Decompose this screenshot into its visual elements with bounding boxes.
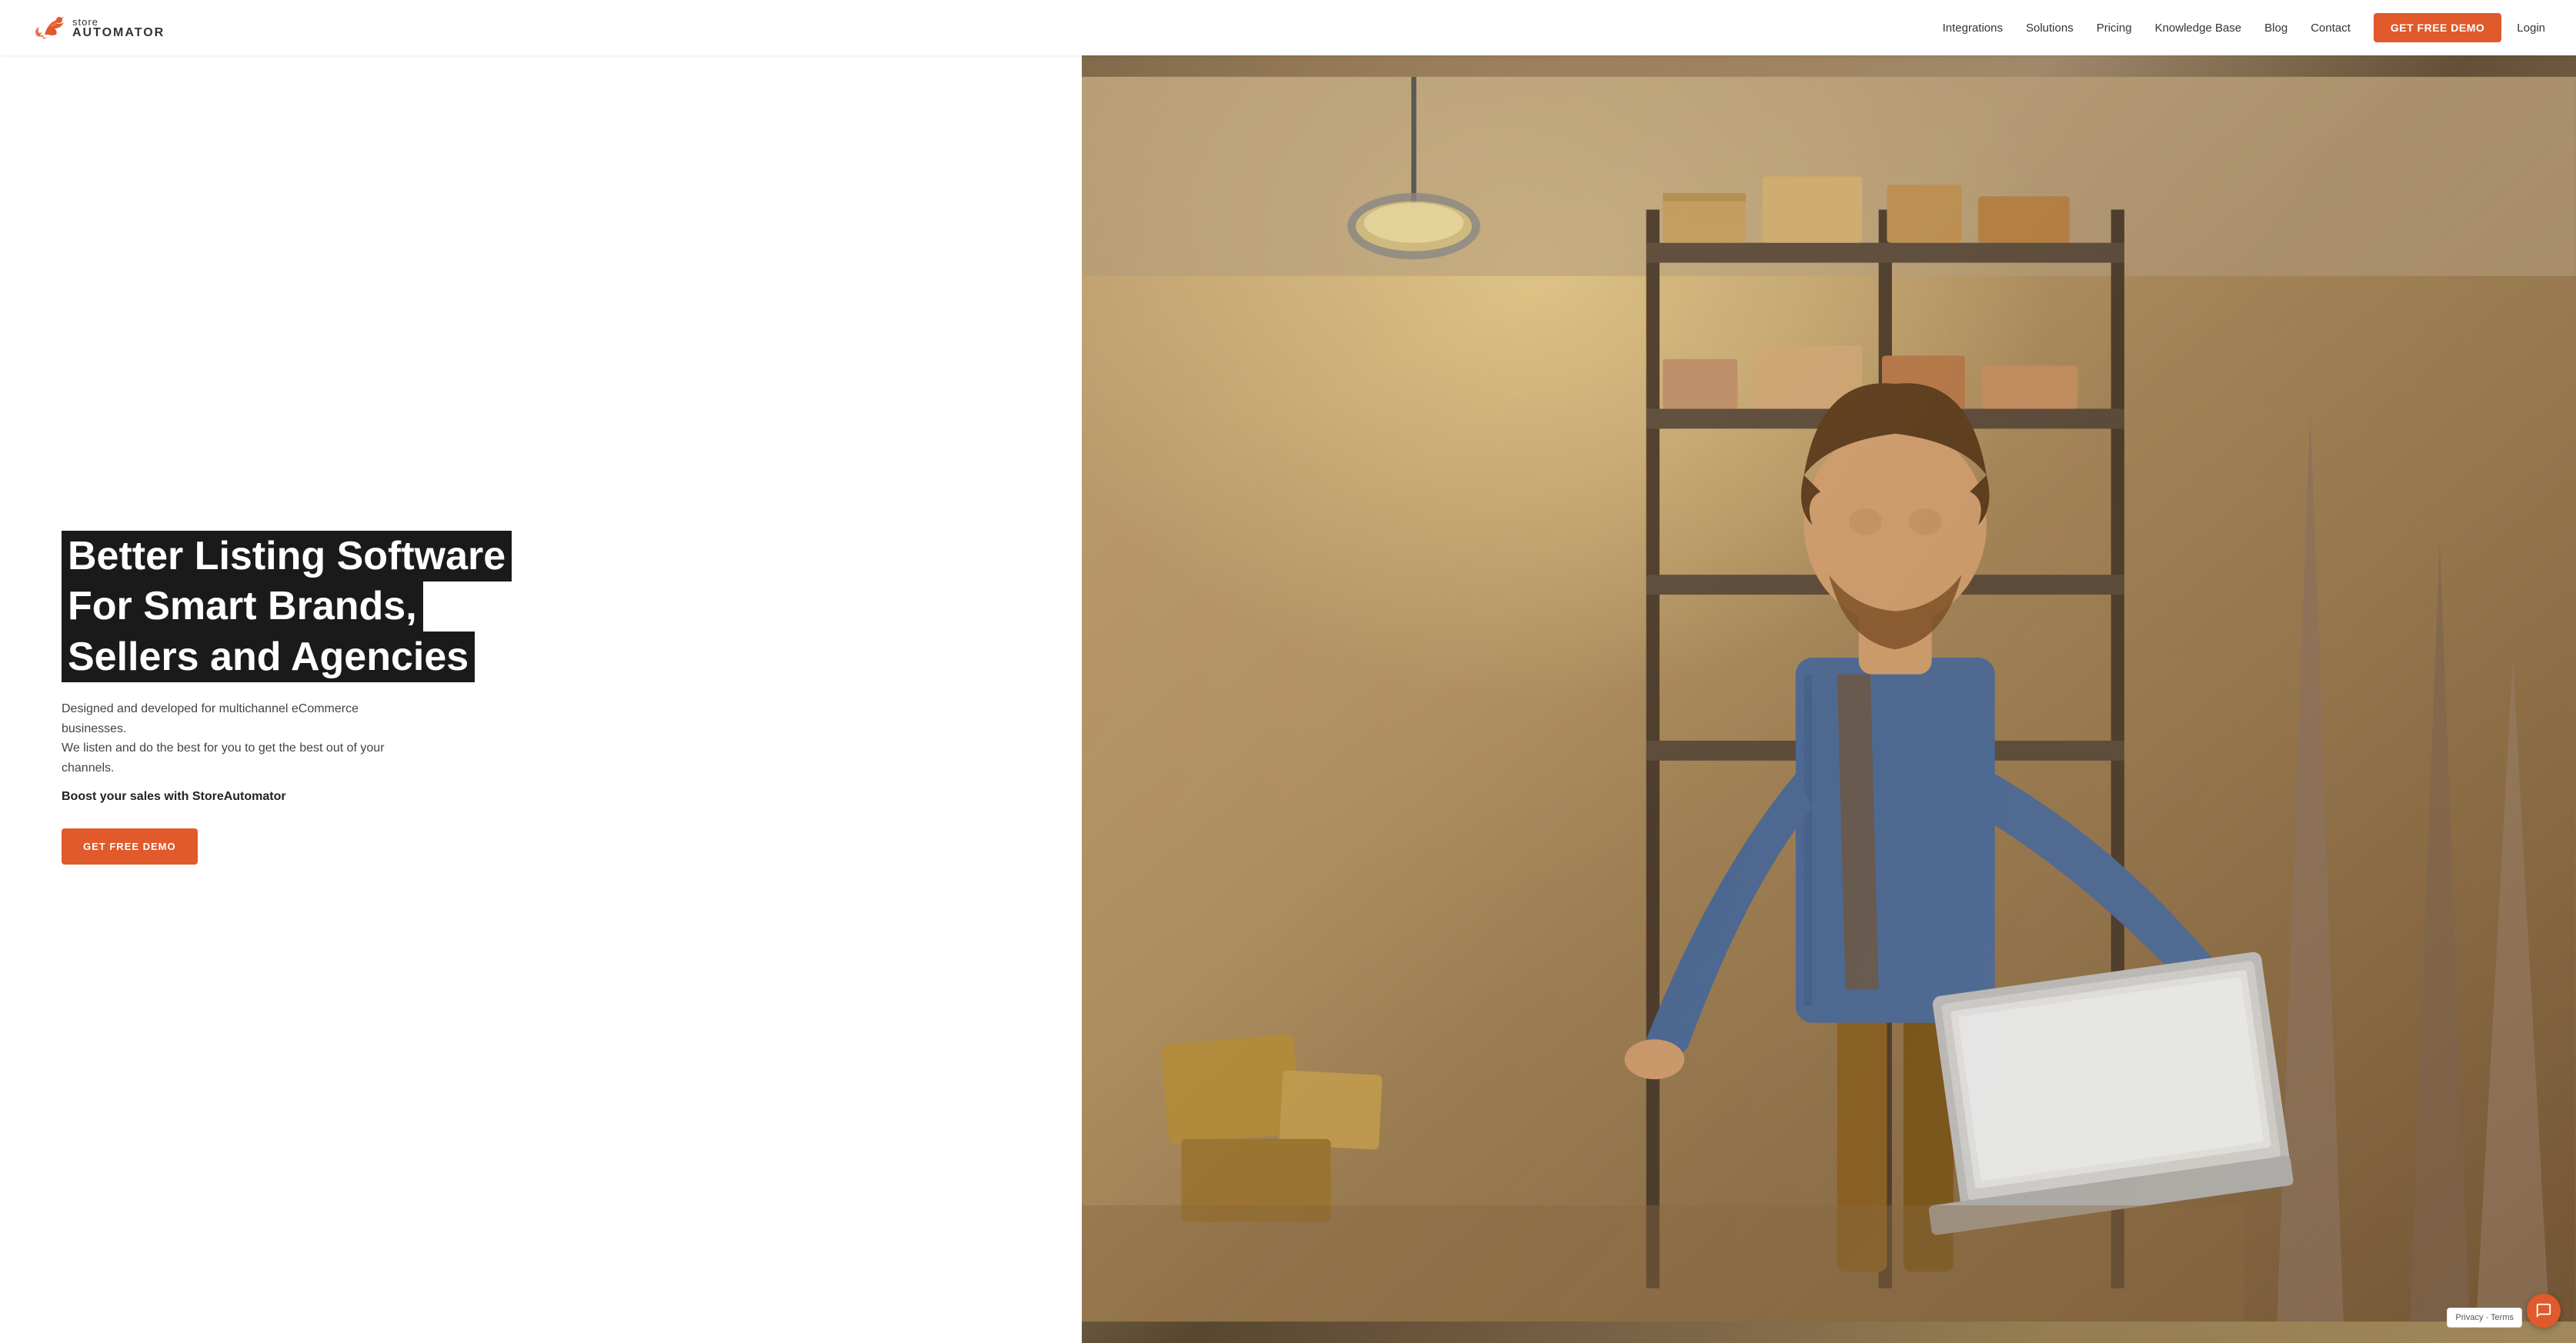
hero-left-panel: Better Listing Software For Smart Brands… [0,55,1082,1343]
chat-widget[interactable] [2527,1294,2561,1328]
logo-link[interactable]: store AUTOMATOR [31,10,165,45]
logo-bird-icon [31,10,66,45]
nav-contact[interactable]: Contact [2311,22,2351,35]
nav-integrations[interactable]: Integrations [1943,22,2003,35]
hero-boost-text: Boost your sales with StoreAutomator [62,790,1036,804]
hero-image-panel [1082,55,2576,1343]
hero-section: Better Listing Software For Smart Brands… [0,0,2576,1343]
hero-heading-line3: Sellers and Agencies [62,632,475,682]
nav-solutions[interactable]: Solutions [2026,22,2074,35]
hero-description: Designed and developed for multichannel … [62,699,385,778]
nav-knowledge-base[interactable]: Knowledge Base [2155,22,2242,35]
hero-heading-line2: For Smart Brands, [62,581,423,632]
logo-store-label: store [72,17,165,27]
hero-background [1082,55,2576,1343]
nav-get-free-demo-button[interactable]: GET FREE DEMO [2374,13,2501,42]
nav-blog[interactable]: Blog [2264,22,2287,35]
logo-automator-label: AUTOMATOR [72,27,165,39]
hero-heading-line1: Better Listing Software [62,531,512,582]
hero-get-free-demo-button[interactable]: GET FREE DEMO [62,828,198,865]
hero-heading: Better Listing Software For Smart Brands… [62,534,1036,681]
hero-illustration [1082,55,2576,1343]
header: store AUTOMATOR Integrations Solutions P… [0,0,2576,55]
main-nav: Integrations Solutions Pricing Knowledge… [1943,13,2502,42]
nav-pricing[interactable]: Pricing [2097,22,2132,35]
privacy-notice: Privacy · Terms [2447,1308,2522,1328]
chat-icon [2535,1302,2552,1319]
login-link[interactable]: Login [2517,22,2545,35]
